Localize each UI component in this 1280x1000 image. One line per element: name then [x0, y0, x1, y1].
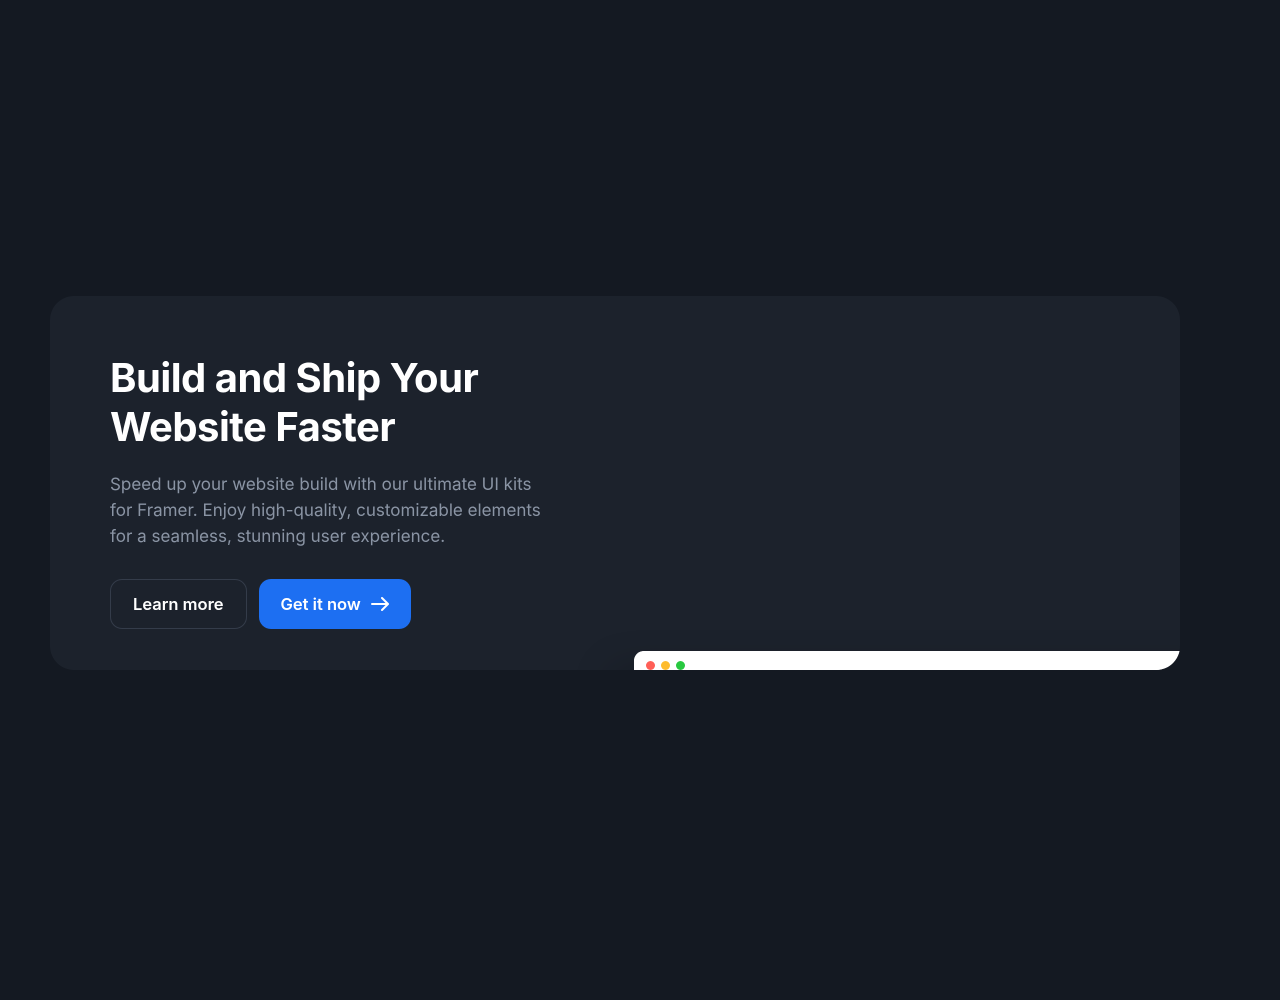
traffic-light-min-icon	[661, 661, 670, 670]
get-it-now-label: Get it now	[281, 594, 361, 614]
traffic-light-close-icon	[646, 661, 655, 670]
hero-actions: Learn more Get it now	[110, 579, 590, 629]
hero-card: Build and Ship Your Website Faster Speed…	[50, 296, 1180, 670]
learn-more-button[interactable]: Learn more	[110, 579, 247, 629]
arrow-right-icon	[371, 597, 389, 611]
hero-description: Speed up your website build with our ult…	[110, 472, 550, 551]
get-it-now-button[interactable]: Get it now	[259, 579, 411, 629]
hero-title: Build and Ship Your Website Faster	[110, 354, 590, 452]
window-titlebar	[634, 651, 1180, 670]
traffic-light-max-icon	[676, 661, 685, 670]
learn-more-label: Learn more	[133, 594, 224, 614]
hero-content: Build and Ship Your Website Faster Speed…	[110, 354, 590, 629]
dashboard-mockup: Frameblox Overview Customers Products Pr…	[634, 651, 1180, 670]
